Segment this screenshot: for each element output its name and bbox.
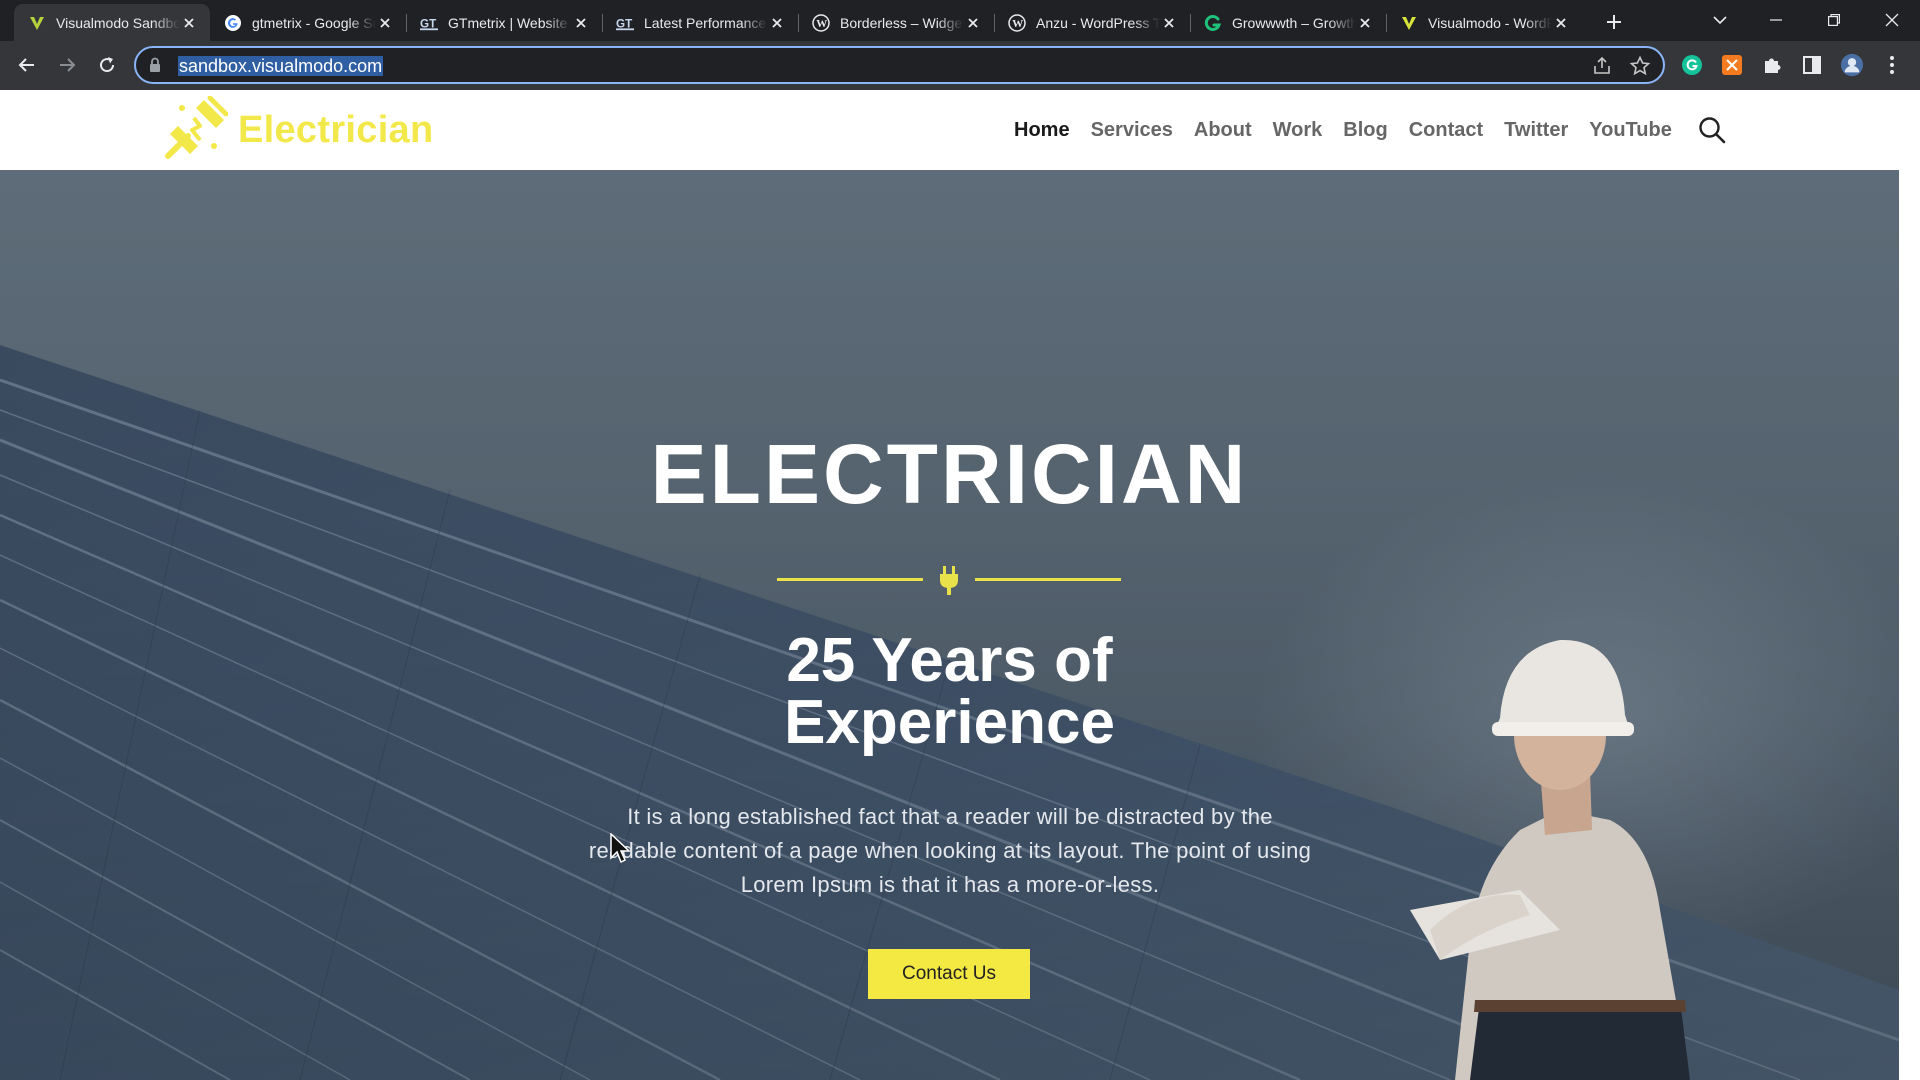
logo-text: Electrician: [238, 108, 434, 151]
page-scrollbar[interactable]: [1899, 170, 1920, 1080]
plug-icon: [940, 566, 958, 595]
close-icon[interactable]: [1552, 14, 1570, 32]
restore-button[interactable]: [1806, 0, 1862, 40]
puzzle-extensions-icon[interactable]: [1760, 53, 1784, 77]
solar-panel-background-image: [0, 170, 1899, 1080]
bookmark-star-icon[interactable]: [1629, 55, 1651, 82]
hero-subtitle: 25 Years of Experience: [0, 630, 1899, 754]
arrow-left-icon: [18, 58, 34, 72]
browser-tab[interactable]: Visualmodo - WordPress: [1386, 4, 1582, 41]
visualmodo-v-icon: [28, 14, 46, 32]
close-icon[interactable]: [964, 14, 982, 32]
contact-us-button[interactable]: Contact Us: [868, 949, 1030, 999]
tab-title: Growwwth – Growth: [1232, 14, 1356, 31]
main-nav: Home Services About Work Blog Contact Tw…: [1014, 90, 1693, 170]
arrow-right-icon: [60, 58, 76, 72]
wordpress-icon: W: [1008, 13, 1026, 32]
browser-tab[interactable]: Visualmodo Sandbox: [14, 4, 210, 41]
close-icon[interactable]: [572, 14, 590, 32]
close-icon[interactable]: [180, 14, 198, 32]
tab-title: Borderless – Widgets: [840, 14, 964, 31]
tab-title: Latest Performance Report: [644, 14, 768, 31]
browser-tab[interactable]: GT Latest Performance Report: [602, 4, 798, 41]
browser-tab[interactable]: W Borderless – Widgets: [798, 4, 994, 41]
browser-tabstrip: Visualmodo Sandbox gtmetrix - Google Sea…: [0, 0, 1920, 41]
reload-button[interactable]: [91, 49, 123, 81]
divider-line: [975, 578, 1121, 581]
nav-contact[interactable]: Contact: [1409, 119, 1483, 142]
address-bar[interactable]: sandbox.visualmodo.com: [134, 46, 1665, 84]
reload-icon: [100, 57, 115, 73]
nav-youtube[interactable]: YouTube: [1589, 119, 1672, 142]
site-logo[interactable]: Electrician: [164, 95, 434, 165]
forward-button[interactable]: [51, 49, 83, 81]
plus-icon: [1607, 15, 1621, 29]
address-url[interactable]: sandbox.visualmodo.com: [178, 56, 384, 76]
back-button[interactable]: [11, 49, 43, 81]
close-icon[interactable]: [376, 14, 394, 32]
browser-tab[interactable]: W Anzu - WordPress Theme: [994, 4, 1190, 41]
wordpress-icon: W: [812, 13, 830, 32]
new-tab-button[interactable]: [1600, 8, 1628, 36]
restore-icon: [1828, 14, 1840, 26]
close-icon: [1885, 13, 1899, 27]
tab-title: Visualmodo - WordPress: [1428, 14, 1552, 31]
browser-toolbar: sandbox.visualmodo.com: [0, 41, 1920, 90]
hero-divider: [777, 560, 1121, 600]
nav-home[interactable]: Home: [1014, 119, 1070, 142]
browser-tab[interactable]: gtmetrix - Google Search: [210, 4, 406, 41]
nav-twitter[interactable]: Twitter: [1504, 119, 1568, 142]
site-search-button[interactable]: [1697, 115, 1727, 145]
minimize-icon: [1770, 19, 1782, 21]
browser-tab[interactable]: GT GTmetrix | Website Speed: [406, 4, 602, 41]
close-icon[interactable]: [768, 14, 786, 32]
hero-title: ELECTRICIAN: [650, 427, 1249, 521]
tab-search-button[interactable]: [1692, 0, 1748, 40]
search-icon: [1699, 117, 1726, 144]
plug-logo-icon: [164, 95, 229, 165]
gtmetrix-icon: GT: [616, 14, 634, 32]
mouse-cursor-icon: [610, 833, 631, 864]
close-icon[interactable]: [1356, 14, 1374, 32]
svg-text:W: W: [1012, 18, 1023, 30]
nav-about[interactable]: About: [1194, 119, 1252, 142]
browser-menu-icon[interactable]: [1880, 53, 1904, 77]
tab-title: GTmetrix | Website Speed: [448, 14, 572, 31]
gtmetrix-icon: GT: [420, 14, 438, 32]
hero-section: ELECTRICIAN 25 Years of Experience It is…: [0, 170, 1899, 1080]
side-panel-icon[interactable]: [1800, 53, 1824, 77]
growwwth-icon: [1204, 14, 1222, 32]
profile-avatar-icon[interactable]: [1840, 53, 1864, 77]
nav-work[interactable]: Work: [1273, 119, 1323, 142]
hero-subtitle-line2: Experience: [784, 688, 1115, 757]
share-icon[interactable]: [1591, 55, 1613, 82]
grammarly-extension-icon[interactable]: [1680, 53, 1704, 77]
tab-title: Anzu - WordPress Theme: [1036, 14, 1160, 31]
hero-description: It is a long established fact that a rea…: [588, 804, 1312, 897]
orange-extension-icon[interactable]: [1720, 53, 1744, 77]
nav-services[interactable]: Services: [1091, 119, 1173, 142]
nav-blog[interactable]: Blog: [1343, 119, 1387, 142]
svg-text:W: W: [816, 18, 827, 30]
divider-line: [777, 578, 923, 581]
close-icon[interactable]: [1160, 14, 1178, 32]
tab-title: Visualmodo Sandbox: [56, 14, 180, 31]
visualmodo-v-icon: [1400, 14, 1418, 32]
lock-icon: [148, 56, 162, 79]
chevron-down-icon: [1713, 16, 1727, 25]
google-icon: [224, 14, 242, 32]
close-window-button[interactable]: [1864, 0, 1920, 40]
minimize-button[interactable]: [1748, 0, 1804, 40]
hero-subtitle-line1: 25 Years of: [786, 626, 1113, 695]
site-header: Electrician Home Services About Work Blo…: [0, 90, 1920, 170]
tab-title: gtmetrix - Google Search: [252, 14, 376, 31]
browser-tab[interactable]: Growwwth – Growth: [1190, 4, 1386, 41]
